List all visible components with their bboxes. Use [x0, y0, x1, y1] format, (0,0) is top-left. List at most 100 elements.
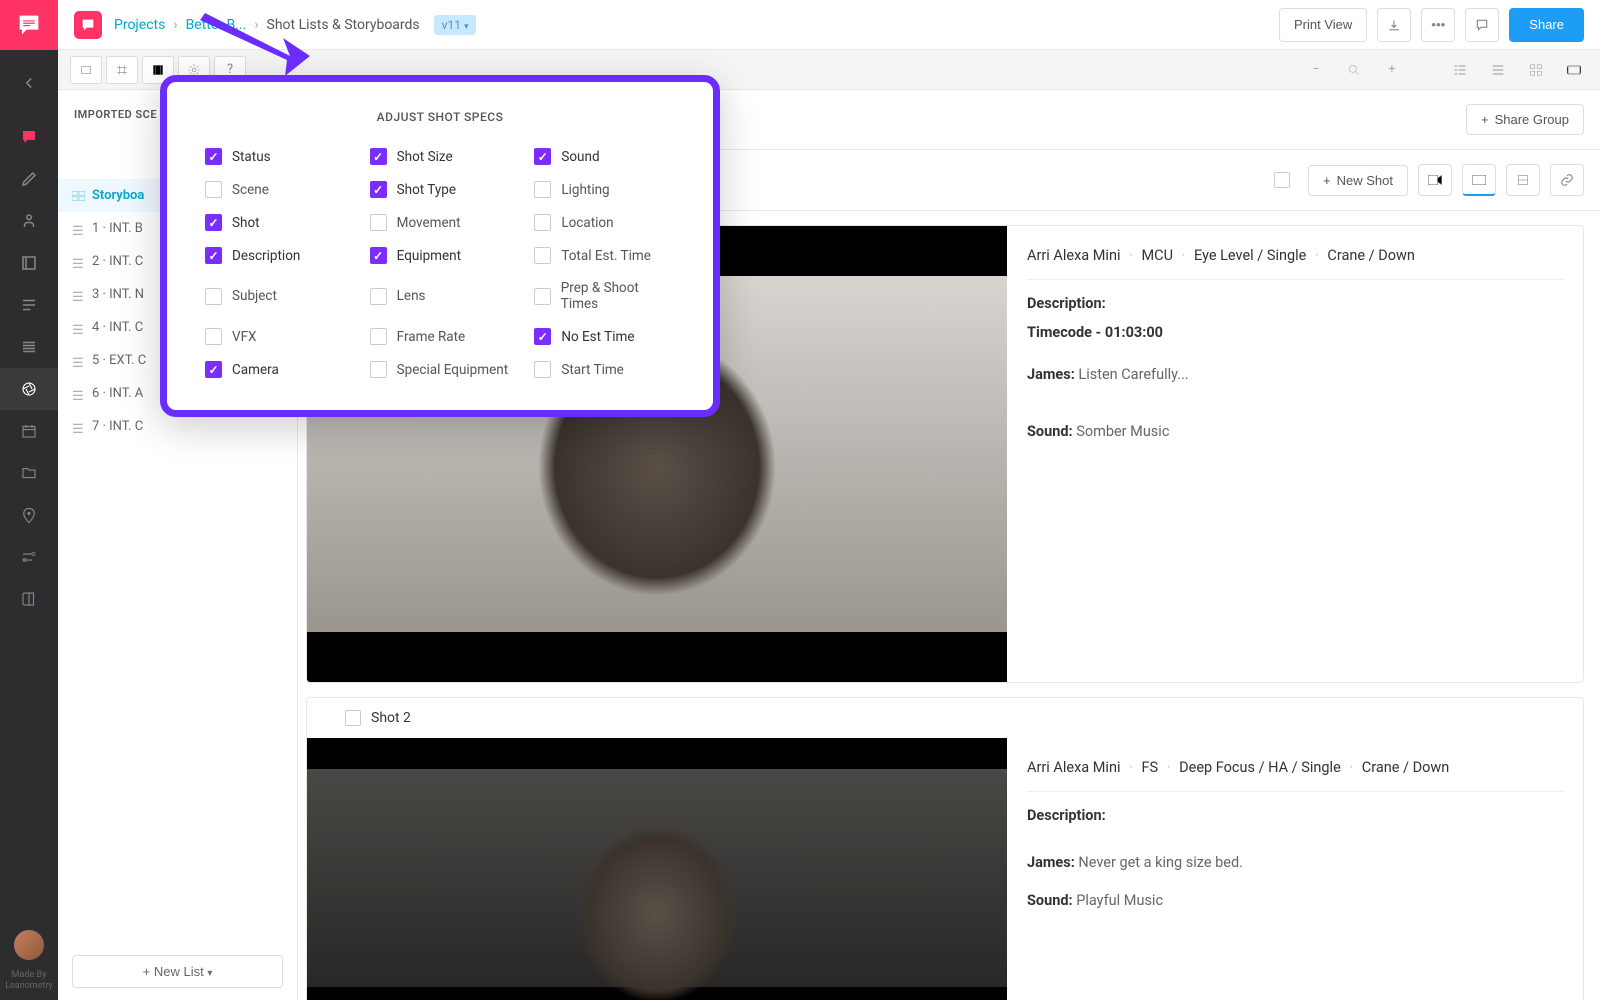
spec-item[interactable]: Frame Rate — [370, 328, 511, 345]
comment-icon[interactable] — [1465, 8, 1499, 42]
rows-icon[interactable] — [0, 326, 58, 368]
spec-item[interactable]: Movement — [370, 214, 511, 231]
new-shot-button[interactable]: + New Shot — [1308, 165, 1408, 196]
spec-label: Scene — [232, 182, 269, 198]
spec-item[interactable]: Camera — [205, 361, 346, 378]
folder-icon[interactable] — [0, 452, 58, 494]
spec-item[interactable]: Scene — [205, 181, 346, 198]
spec-item[interactable]: Subject — [205, 280, 346, 312]
share-button[interactable]: Share — [1509, 8, 1584, 42]
select-all-checkbox[interactable] — [1274, 172, 1290, 188]
pencil-icon[interactable] — [0, 158, 58, 200]
spec-item[interactable]: Shot Type — [370, 181, 511, 198]
spec-item[interactable]: Shot Size — [370, 148, 511, 165]
shot-checkbox[interactable] — [345, 710, 361, 726]
spec-checkbox[interactable] — [205, 328, 222, 345]
spec-checkbox[interactable] — [534, 361, 551, 378]
version-badge[interactable]: v11 ▾ — [434, 15, 477, 35]
zoom-icon[interactable] — [1340, 58, 1368, 82]
link-icon[interactable] — [1550, 164, 1584, 196]
location-icon[interactable] — [0, 494, 58, 536]
spec-item[interactable]: Total Est. Time — [534, 247, 675, 264]
spec-item[interactable]: Start Time — [534, 361, 675, 378]
view-grid-icon[interactable] — [1522, 58, 1550, 82]
spec-checkbox[interactable] — [370, 181, 387, 198]
calendar-icon[interactable] — [0, 410, 58, 452]
spec-checkbox[interactable] — [534, 181, 551, 198]
frame-icon[interactable] — [1462, 164, 1496, 196]
spec-checkbox[interactable] — [370, 361, 387, 378]
spec-label: Lens — [397, 288, 426, 304]
user-avatar[interactable] — [14, 930, 44, 960]
spec-checkbox[interactable] — [370, 148, 387, 165]
shot-meta: Arri Alexa Mini · FS · Deep Focus / HA /… — [1007, 738, 1583, 1000]
spec-item[interactable]: Lens — [370, 280, 511, 312]
spec-item[interactable]: Special Equipment — [370, 361, 511, 378]
spec-item[interactable]: Lighting — [534, 181, 675, 198]
spec-item[interactable]: No Est Time — [534, 328, 675, 345]
more-icon[interactable]: ••• — [1421, 8, 1455, 42]
list-icon[interactable] — [0, 284, 58, 326]
spec-checkbox[interactable] — [370, 247, 387, 264]
adjust-specs-popup: ADJUST SHOT SPECS Status Shot Size Sound Sc… — [160, 75, 720, 417]
spec-checkbox[interactable] — [205, 214, 222, 231]
spec-item[interactable]: Location — [534, 214, 675, 231]
book-icon[interactable] — [0, 578, 58, 620]
spec-item[interactable]: VFX — [205, 328, 346, 345]
camera-icon[interactable] — [1418, 164, 1452, 196]
callout-arrow — [195, 0, 315, 92]
view-list-icon[interactable] — [1446, 58, 1474, 82]
spec-label: Camera — [232, 362, 279, 378]
download-icon[interactable] — [1377, 8, 1411, 42]
spec-label: Subject — [232, 288, 277, 304]
zoom-in-icon[interactable]: + — [1378, 58, 1406, 82]
aperture-icon[interactable] — [0, 368, 58, 410]
spec-checkbox[interactable] — [534, 288, 550, 305]
view-rows-icon[interactable] — [1484, 58, 1512, 82]
project-icon[interactable] — [74, 11, 102, 39]
back-icon[interactable] — [0, 62, 58, 104]
spec-item[interactable]: Status — [205, 148, 346, 165]
spec-item[interactable]: Sound — [534, 148, 675, 165]
spec-label: Shot Type — [397, 182, 456, 198]
spec-item[interactable]: Shot — [205, 214, 346, 231]
spec-checkbox[interactable] — [205, 148, 222, 165]
spec-checkbox[interactable] — [534, 328, 551, 345]
share-group-button[interactable]: + Share Group — [1466, 104, 1584, 135]
spec-checkbox[interactable] — [370, 288, 387, 305]
spec-label: Frame Rate — [397, 329, 466, 345]
spec-label: VFX — [232, 329, 257, 345]
spec-item[interactable]: Prep & Shoot Times — [534, 280, 675, 312]
spec-checkbox[interactable] — [534, 247, 551, 264]
tool-grid-icon[interactable] — [106, 56, 138, 84]
spec-label: Location — [561, 215, 613, 231]
shot-thumbnail[interactable] — [307, 738, 1007, 1000]
breadcrumb-projects[interactable]: Projects — [114, 17, 165, 33]
spec-grid: Status Shot Size Sound Scene Shot Type Lighti… — [205, 148, 675, 378]
spec-checkbox[interactable] — [370, 214, 387, 231]
view-storyboard-icon[interactable] — [1560, 58, 1588, 82]
spec-checkbox[interactable] — [205, 288, 222, 305]
spec-checkbox[interactable] — [534, 148, 551, 165]
zoom-out-icon[interactable]: − — [1302, 58, 1330, 82]
spec-checkbox[interactable] — [370, 328, 387, 345]
spec-label: Shot Size — [397, 149, 453, 165]
spec-checkbox[interactable] — [534, 214, 551, 231]
columns-icon[interactable] — [0, 242, 58, 284]
spec-label: Prep & Shoot Times — [561, 280, 675, 312]
layout-icon[interactable] — [1506, 164, 1540, 196]
new-list-button[interactable]: + New List ▾ — [72, 955, 283, 988]
spec-checkbox[interactable] — [205, 247, 222, 264]
spec-checkbox[interactable] — [205, 361, 222, 378]
spec-item[interactable]: Equipment — [370, 247, 511, 264]
tool-frame-icon[interactable] — [70, 56, 102, 84]
chat-icon[interactable] — [0, 116, 58, 158]
shot-title: Shot 2 — [371, 710, 411, 726]
spec-checkbox[interactable] — [205, 181, 222, 198]
print-view-button[interactable]: Print View — [1279, 8, 1367, 42]
spec-item[interactable]: Description — [205, 247, 346, 264]
popup-title: ADJUST SHOT SPECS — [205, 110, 675, 124]
people-icon[interactable] — [0, 200, 58, 242]
app-logo[interactable] — [0, 0, 58, 50]
settings-icon[interactable] — [0, 536, 58, 578]
